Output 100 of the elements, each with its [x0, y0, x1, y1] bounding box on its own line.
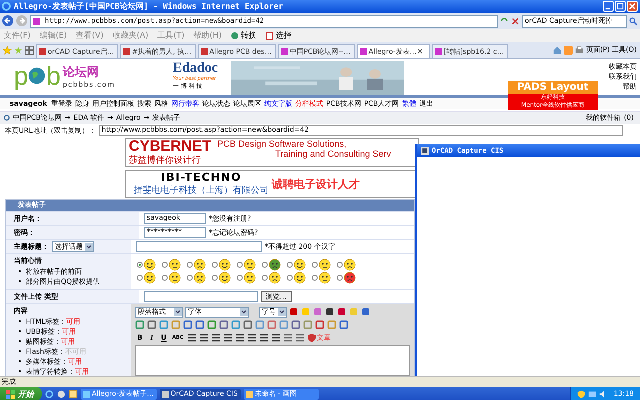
toolbar-lines-icon[interactable] — [223, 333, 233, 343]
app-icon — [83, 390, 90, 398]
mood-radio[interactable] — [337, 275, 343, 281]
cybernet-ad[interactable]: CYBERNET 莎益博伴你设计行 PCB Design Software Solutions, Training and Consulting Serv — [125, 138, 419, 167]
toolbar-lines-icon[interactable] — [247, 333, 257, 343]
file-field[interactable] — [144, 291, 258, 302]
smiley-icon — [244, 272, 256, 284]
logo-letter: p — [14, 63, 28, 89]
back-button[interactable] — [2, 15, 14, 27]
toolbar-square-icon[interactable] — [147, 320, 157, 330]
media-player-icon[interactable] — [57, 390, 66, 398]
toolbar-square-icon[interactable] — [195, 320, 205, 330]
toolbar-square-icon[interactable] — [243, 320, 253, 330]
home-icon[interactable] — [553, 46, 562, 54]
toolbar-lines-icon[interactable] — [235, 333, 245, 343]
select-button[interactable]: 选择 — [266, 30, 292, 41]
smiley-icon — [144, 259, 156, 271]
app-icon — [162, 390, 169, 398]
toolbar-lines-icon[interactable] — [271, 333, 281, 343]
shield-icon — [307, 333, 317, 343]
tab-close-button[interactable]: × — [416, 47, 424, 56]
mood-radio[interactable] — [212, 275, 218, 281]
start-button[interactable]: 开始 — [0, 387, 42, 400]
smiley-icon — [169, 272, 181, 284]
convert-button[interactable]: 转换 — [230, 30, 257, 41]
dropdown-arrow-icon — [240, 308, 248, 316]
forward-arrow-icon — [16, 15, 28, 27]
mood-radio[interactable] — [187, 262, 193, 268]
logo-letter: b — [46, 63, 61, 89]
toolbar-lines-icon[interactable] — [187, 333, 197, 343]
toolbar-square-icon[interactable] — [183, 320, 193, 330]
toolbar-square-icon[interactable] — [289, 307, 299, 317]
mood-radio[interactable] — [337, 262, 343, 268]
toolbar-square-icon[interactable] — [337, 307, 347, 317]
smiley-icon — [194, 272, 206, 284]
mood-radio[interactable] — [312, 275, 318, 281]
mood-radio[interactable] — [162, 275, 168, 281]
toolbar-square-icon[interactable] — [361, 307, 371, 317]
mood-radio[interactable] — [137, 262, 143, 268]
shield-icon[interactable] — [576, 390, 586, 398]
window-title: Allegro-发表帖子[中国PCB论坛网] - Windows Internet Explorer — [14, 1, 284, 12]
app-icon — [246, 390, 253, 398]
toolbar-lines-icon[interactable] — [211, 333, 221, 343]
mood-radio[interactable] — [212, 262, 218, 268]
maximize-button[interactable] — [615, 1, 626, 12]
windows-logo-icon — [6, 390, 15, 398]
logo-title: 论坛网 — [62, 64, 100, 80]
bullet-icon — [4, 115, 10, 121]
close-icon — [629, 3, 636, 10]
search-icon[interactable] — [629, 16, 638, 26]
mood-radio[interactable] — [162, 262, 168, 268]
toolbar-square-icon[interactable] — [325, 307, 335, 317]
mood-radio[interactable] — [312, 262, 318, 268]
toolbar-lines-icon[interactable] — [199, 333, 209, 343]
smiley-icon — [294, 259, 306, 271]
ad-title: PADS Layout — [508, 81, 598, 94]
banner-brand: Edadoc — [173, 61, 220, 76]
mood-radio[interactable] — [237, 262, 243, 268]
minimize-button[interactable] — [603, 1, 614, 12]
page-icon — [280, 48, 288, 55]
smiley-icon — [294, 272, 306, 284]
toolbar-square-icon[interactable] — [291, 320, 301, 330]
desktop-icon[interactable] — [69, 390, 78, 398]
dropdown-arrow-icon — [174, 308, 182, 316]
maximize-icon — [617, 3, 624, 10]
subject-field[interactable] — [136, 241, 262, 252]
ie-icon[interactable] — [45, 390, 54, 398]
toolbar-lines-icon[interactable] — [259, 333, 269, 343]
quick-tabs-icon[interactable] — [25, 46, 34, 54]
smiley-icon — [219, 259, 231, 271]
mood-radio[interactable] — [137, 275, 143, 281]
back-arrow-icon — [2, 15, 14, 27]
mood-radio[interactable] — [262, 275, 268, 281]
mood-radio[interactable] — [287, 262, 293, 268]
app-icon — [421, 146, 429, 154]
smiley-icon — [269, 272, 281, 284]
ad-brand: IBI-TECHNO — [161, 171, 242, 184]
ad-text: PCB Design Software Solutions, — [218, 139, 348, 149]
mood-radio[interactable] — [262, 262, 268, 268]
page-icon — [360, 48, 367, 55]
toolbar-square-icon[interactable] — [219, 320, 229, 330]
smiley-icon — [194, 259, 206, 271]
network-icon[interactable] — [588, 390, 597, 398]
smiley-icon — [244, 259, 256, 271]
globe-icon — [230, 32, 239, 40]
dropdown-arrow-icon — [85, 242, 93, 250]
mood-radio[interactable] — [287, 275, 293, 281]
mood-radio[interactable] — [237, 275, 243, 281]
page-icon — [200, 48, 208, 55]
toolbar-lines-icon[interactable] — [295, 333, 305, 343]
ad-text: 揖斐电电子科技（上海）有限公司 — [134, 184, 269, 197]
stop-icon[interactable] — [511, 16, 520, 26]
page-icon — [123, 48, 130, 55]
toolbar-lines-icon[interactable] — [283, 333, 293, 343]
printer-icon[interactable] — [575, 46, 584, 54]
toolbar-square-icon[interactable] — [339, 320, 349, 330]
ad-slogan: 诚聘电子设计人才 — [272, 176, 360, 192]
mood-radio[interactable] — [187, 275, 193, 281]
close-button[interactable] — [627, 1, 638, 12]
star-icon[interactable] — [3, 46, 12, 54]
